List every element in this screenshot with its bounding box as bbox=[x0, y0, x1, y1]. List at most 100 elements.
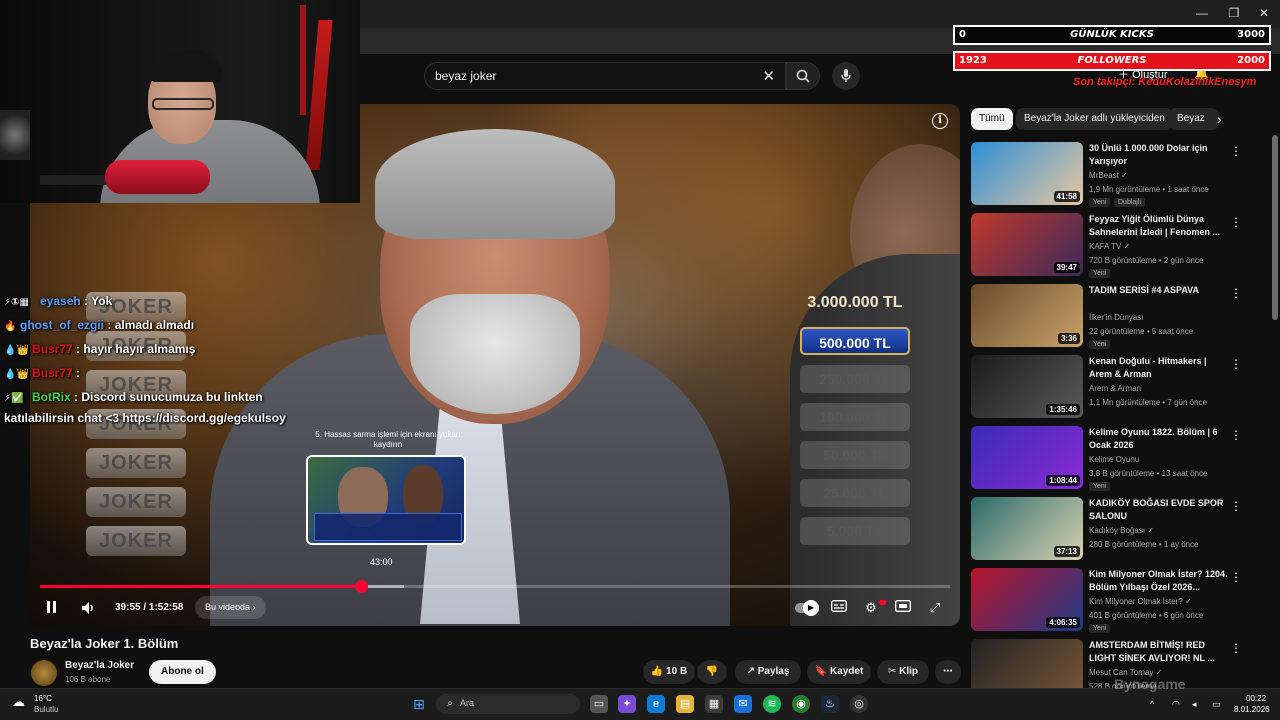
video-thumbnail[interactable]: 1:08:44 bbox=[971, 426, 1083, 489]
volume-button[interactable] bbox=[80, 598, 98, 618]
weather-condition[interactable]: Bulutlu bbox=[34, 705, 58, 714]
chip-beyaz[interactable]: Beyaz bbox=[1169, 108, 1219, 130]
video-title[interactable]: KADIKÖY BOĞASI EVDE SPOR SALONU bbox=[1089, 497, 1229, 523]
video-title[interactable]: Kenan Doğulu - Hitmakers | Arem & Arman bbox=[1089, 355, 1229, 381]
video-title[interactable]: Kelime Oyunu 1822. Bölüm | 6 Ocak 2026 bbox=[1089, 426, 1229, 452]
copilot-icon[interactable]: ✦ bbox=[618, 695, 636, 713]
video-thumbnail[interactable]: 1:35:46 bbox=[971, 355, 1083, 418]
spotify-icon[interactable]: ≋ bbox=[763, 695, 781, 713]
more-vert-icon[interactable]: ⋮ bbox=[1230, 570, 1242, 584]
more-vert-icon[interactable]: ⋮ bbox=[1230, 286, 1242, 300]
video-title[interactable]: Feyyaz Yiğit Ölümlü Dünya Sahnelerini İz… bbox=[1089, 213, 1229, 239]
battery-icon[interactable]: ▭ bbox=[1212, 699, 1221, 710]
voice-search-button[interactable] bbox=[832, 62, 860, 90]
maximize-icon[interactable]: ❐ bbox=[1222, 4, 1246, 22]
channel-name[interactable]: MrBeast ✓ bbox=[1089, 171, 1128, 180]
channel-name[interactable]: Kadıköy Boğası ✓ bbox=[1089, 526, 1154, 535]
clear-search-icon[interactable]: ✕ bbox=[762, 67, 775, 85]
chat-message: 💧👑 Busr77 : bbox=[4, 362, 334, 386]
chat-text: : hayır hayır almamış bbox=[76, 342, 196, 356]
channel-name[interactable]: İlker'in Dünyası bbox=[1089, 313, 1143, 322]
video-thumbnail[interactable]: 41:58 bbox=[971, 142, 1083, 205]
weather-temperature[interactable]: 16°C bbox=[34, 694, 52, 703]
subtitles-button[interactable] bbox=[829, 599, 849, 617]
tray-chevron-icon[interactable]: ^ bbox=[1150, 699, 1154, 709]
more-vert-icon[interactable]: ⋮ bbox=[1230, 428, 1242, 442]
recommended-video[interactable]: 39:47 Feyyaz Yiğit Ölümlü Dünya Sahneleri… bbox=[971, 213, 1271, 284]
chip-from-uploader[interactable]: Beyaz'la Joker adlı yükleyiciden bbox=[1016, 108, 1173, 130]
channel-name[interactable]: Kim Milyoner Olmak İster? ✓ bbox=[1089, 597, 1192, 606]
video-title[interactable]: AMSTERDAM BİTMİŞ! RED LIGHT SİNEK AVLIYO… bbox=[1089, 639, 1229, 665]
recommended-video[interactable]: 3:36 TADIM SERİSİ #4 ASPAVA İlker'in Dünya… bbox=[971, 284, 1271, 355]
share-button[interactable]: ↗ Paylaş bbox=[735, 660, 801, 684]
steam-icon[interactable]: ♨ bbox=[821, 695, 839, 713]
info-icon[interactable]: i bbox=[932, 113, 948, 129]
fullscreen-button[interactable]: ⤢ bbox=[925, 599, 945, 617]
channel-avatar[interactable] bbox=[31, 660, 57, 686]
search-query[interactable]: beyaz joker bbox=[435, 69, 496, 83]
recommended-video[interactable]: 37:13 KADIKÖY BOĞASI EVDE SPOR SALONU Kadı… bbox=[971, 497, 1271, 568]
clock-time[interactable]: 00:22 bbox=[1246, 694, 1266, 703]
channel-name[interactable]: Kelime Oyunu bbox=[1089, 455, 1139, 464]
recommended-video[interactable]: 41:58 30 Ünlü 1.000.000 Dolar için Yarışı… bbox=[971, 142, 1271, 213]
channel-name[interactable]: Arem & Arman bbox=[1089, 384, 1141, 393]
chip-all[interactable]: Tümü bbox=[971, 108, 1013, 130]
video-thumbnail[interactable]: 4:06:35 bbox=[971, 568, 1083, 631]
settings-button[interactable]: ⚙ bbox=[861, 599, 881, 617]
scissors-icon: ✂ bbox=[887, 666, 897, 677]
close-window-icon[interactable]: ✕ bbox=[1252, 4, 1276, 22]
more-vert-icon[interactable]: ⋮ bbox=[1230, 499, 1242, 513]
more-vert-icon[interactable]: ⋮ bbox=[1230, 641, 1242, 655]
edge-icon[interactable]: e bbox=[647, 695, 665, 713]
more-actions-button[interactable]: ⋯ bbox=[935, 660, 961, 684]
new-badge: Yeni bbox=[1089, 624, 1111, 633]
video-thumbnail[interactable]: 37:13 bbox=[971, 497, 1083, 560]
search-input[interactable]: beyaz joker ✕ bbox=[424, 62, 786, 90]
recommended-video[interactable]: 1:08:44 Kelime Oyunu 1822. Bölüm | 6 Ocak… bbox=[971, 426, 1271, 497]
search-button[interactable] bbox=[786, 62, 820, 90]
more-icon: ⋯ bbox=[943, 666, 953, 677]
wifi-icon[interactable]: ◠ bbox=[1172, 699, 1180, 710]
video-title[interactable]: TADIM SERİSİ #4 ASPAVA bbox=[1089, 284, 1229, 297]
search-icon bbox=[796, 69, 810, 83]
sidebar-scrollbar[interactable] bbox=[1272, 135, 1278, 320]
video-thumbnail[interactable]: 3:36 bbox=[971, 284, 1083, 347]
video-thumbnail[interactable]: 39:47 bbox=[971, 213, 1083, 276]
mail-icon[interactable]: ✉ bbox=[734, 695, 752, 713]
like-button[interactable]: 👍 10 B bbox=[643, 660, 695, 684]
miniplayer-icon bbox=[895, 600, 911, 612]
clip-button[interactable]: ✂ Klip bbox=[877, 660, 929, 684]
subscribe-button[interactable]: Abone ol bbox=[149, 660, 216, 684]
chevron-right-icon[interactable]: › bbox=[1217, 111, 1222, 127]
task-view-icon[interactable]: ▭ bbox=[590, 695, 608, 713]
speaker-icon[interactable]: ◂ bbox=[1192, 699, 1197, 710]
video-title[interactable]: 30 Ünlü 1.000.000 Dolar için Yarışıyor bbox=[1089, 142, 1229, 168]
save-button[interactable]: 🔖 Kaydet bbox=[807, 660, 871, 684]
more-vert-icon[interactable]: ⋮ bbox=[1230, 144, 1242, 158]
clock-date[interactable]: 8.01.2026 bbox=[1234, 705, 1270, 714]
weather-cloud-icon[interactable]: ☁ bbox=[12, 694, 30, 709]
minimize-icon[interactable]: — bbox=[1190, 4, 1214, 22]
chapter-button[interactable]: Bu videoda › bbox=[195, 596, 266, 619]
windows-start-icon[interactable]: ⊞ bbox=[410, 695, 428, 713]
app-icon[interactable]: ◎ bbox=[850, 695, 868, 713]
channel-name[interactable]: Beyaz'la Joker bbox=[65, 660, 134, 671]
recommended-video[interactable]: 1:35:46 Kenan Doğulu - Hitmakers | Arem &… bbox=[971, 355, 1271, 426]
more-vert-icon[interactable]: ⋮ bbox=[1230, 357, 1242, 371]
channel-name[interactable]: KAFA TV ✓ bbox=[1089, 242, 1130, 251]
chrome-icon[interactable]: ◉ bbox=[792, 695, 810, 713]
prize-step: 50.000 TL bbox=[800, 441, 910, 469]
joker-tag: JOKER bbox=[86, 487, 186, 517]
video-title[interactable]: Kim Milyoner Olmak İster? 1204. Bölüm Yı… bbox=[1089, 568, 1229, 594]
more-vert-icon[interactable]: ⋮ bbox=[1230, 215, 1242, 229]
file-explorer-icon[interactable]: ▤ bbox=[676, 695, 694, 713]
pause-button[interactable] bbox=[45, 598, 61, 618]
recommended-video[interactable]: 4:06:35 Kim Milyoner Olmak İster? 1204. B… bbox=[971, 568, 1271, 639]
store-icon[interactable]: ▦ bbox=[705, 695, 723, 713]
gear-icon: ⚙ bbox=[865, 600, 877, 615]
autoplay-toggle[interactable]: ▶ bbox=[795, 600, 819, 616]
chat-text: : Discord sunucumuza bu linkten bbox=[74, 390, 263, 404]
progress-bar[interactable] bbox=[40, 580, 950, 593]
miniplayer-button[interactable] bbox=[893, 599, 913, 617]
dislike-button[interactable]: 👎 bbox=[697, 660, 727, 684]
